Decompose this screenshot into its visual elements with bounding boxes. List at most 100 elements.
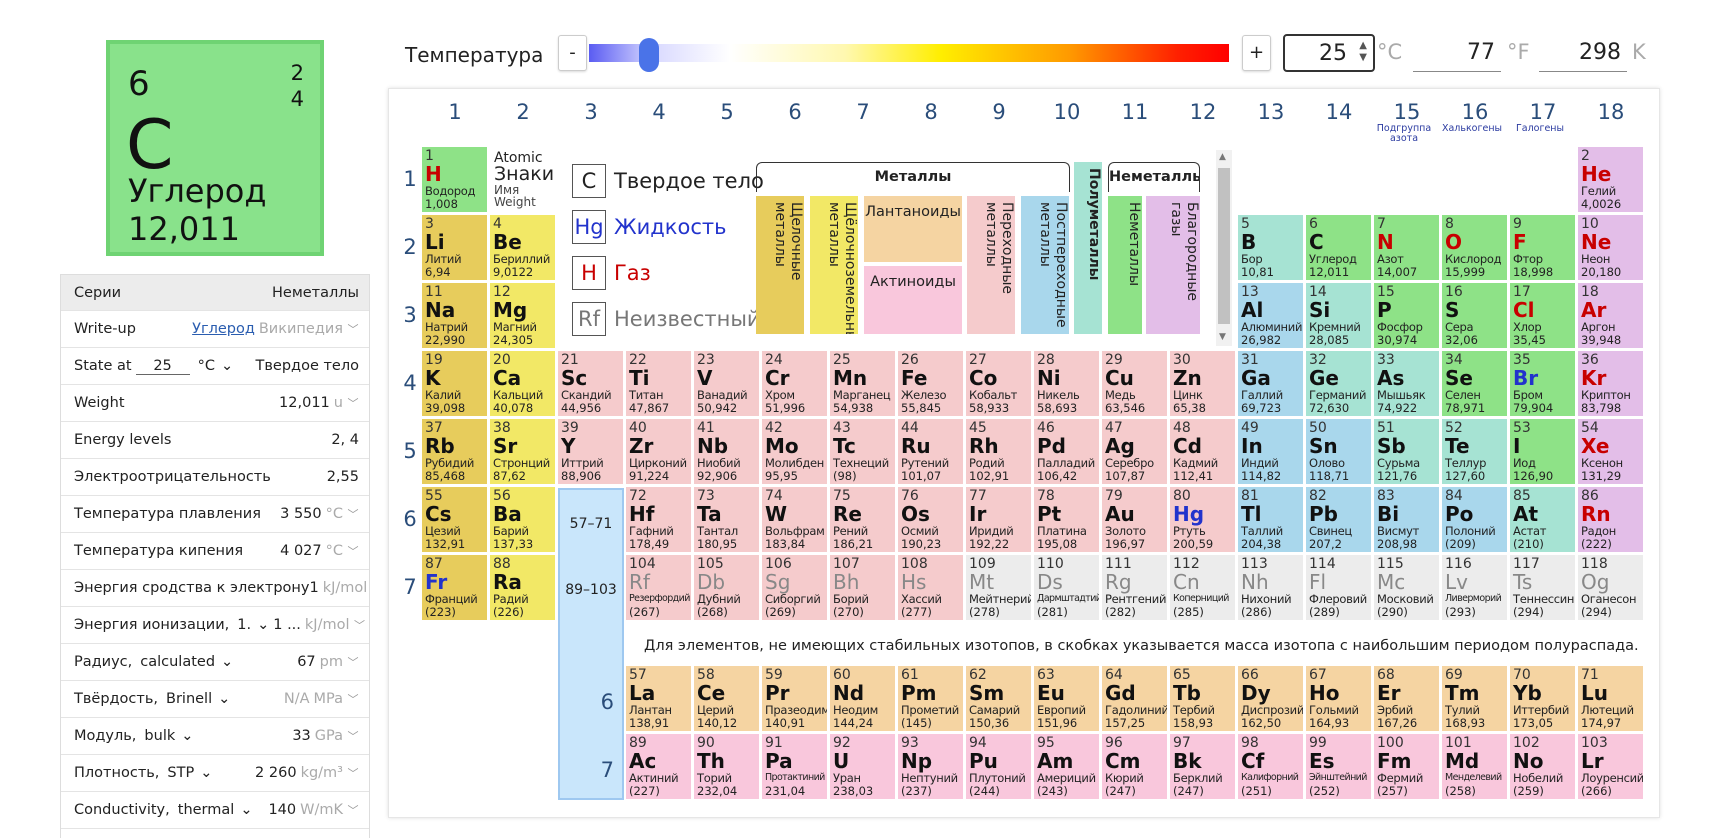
- element-tile-ts[interactable]: 117 Ts Теннессин (294): [1510, 555, 1575, 620]
- element-tile-tm[interactable]: 69 Tm Тулий 168,93: [1442, 666, 1507, 731]
- spinner-arrows-icon[interactable]: ▲ ▼: [1359, 40, 1367, 64]
- element-tile-cl[interactable]: 17 Cl Хлор 35,45: [1510, 283, 1575, 348]
- element-tile-sg[interactable]: 106 Sg Сиборгий (269): [762, 555, 827, 620]
- celsius-input[interactable]: 25 ▲ ▼: [1283, 34, 1375, 72]
- element-tile-ce[interactable]: 58 Ce Церий 140,12: [694, 666, 759, 731]
- element-tile-pb[interactable]: 82 Pb Свинец 207,2: [1306, 487, 1371, 552]
- chevron-down-icon[interactable]: ﹀: [347, 395, 359, 411]
- scrollbar-thumb[interactable]: [1218, 168, 1230, 324]
- element-tile-cu[interactable]: 29 Cu Медь 63,546: [1102, 351, 1167, 416]
- element-tile-tc[interactable]: 43 Tc Технеций (98): [830, 419, 895, 484]
- chevron-down-icon[interactable]: ﹀: [347, 691, 359, 707]
- element-tile-lu[interactable]: 71 Lu Лютеций 174,97: [1578, 666, 1643, 731]
- element-tile-nd[interactable]: 60 Nd Неодим 144,24: [830, 666, 895, 731]
- element-tile-pr[interactable]: 59 Pr Празеодим 140,91: [762, 666, 827, 731]
- element-tile-hs[interactable]: 108 Hs Хассий (277): [898, 555, 963, 620]
- element-tile-bh[interactable]: 107 Bh Борий (270): [830, 555, 895, 620]
- element-tile-ir[interactable]: 77 Ir Иридий 192,22: [966, 487, 1031, 552]
- element-tile-ag[interactable]: 47 Ag Серебро 107,87: [1102, 419, 1167, 484]
- element-tile-md[interactable]: 101 Md Менделевий (258): [1442, 734, 1507, 799]
- element-tile-co[interactable]: 27 Co Кобальт 58,933: [966, 351, 1031, 416]
- element-tile-fl[interactable]: 114 Fl Флеровий (289): [1306, 555, 1371, 620]
- element-tile-gd[interactable]: 64 Gd Гадолиний 157,25: [1102, 666, 1167, 731]
- hardness-select[interactable]: Brinell ⌄: [162, 690, 234, 708]
- element-tile-np[interactable]: 93 Np Нептуний (237): [898, 734, 963, 799]
- element-tile-os[interactable]: 76 Os Осмий 190,23: [898, 487, 963, 552]
- element-tile-ra[interactable]: 88 Ra Радий (226): [490, 555, 555, 620]
- chevron-down-icon[interactable]: ﹀: [347, 728, 359, 744]
- element-tile-pm[interactable]: 61 Pm Прометий (145): [898, 666, 963, 731]
- chevron-down-icon[interactable]: ﹀: [347, 506, 359, 522]
- element-tile-mn[interactable]: 25 Mn Марганец 54,938: [830, 351, 895, 416]
- element-tile-at[interactable]: 85 At Астат (210): [1510, 487, 1575, 552]
- element-tile-ga[interactable]: 31 Ga Галлий 69,723: [1238, 351, 1303, 416]
- element-tile-fr[interactable]: 87 Fr Франций (223): [422, 555, 487, 620]
- element-tile-au[interactable]: 79 Au Золото 196,97: [1102, 487, 1167, 552]
- element-tile-si[interactable]: 14 Si Кремний 28,085: [1306, 283, 1371, 348]
- element-tile-tl[interactable]: 81 Tl Таллий 204,38: [1238, 487, 1303, 552]
- element-tile-sb[interactable]: 51 Sb Сурьма 121,76: [1374, 419, 1439, 484]
- element-tile-k[interactable]: 19 K Калий 39,098: [422, 351, 487, 416]
- element-tile-na[interactable]: 11 Na Натрий 22,990: [422, 283, 487, 348]
- conductivity-select[interactable]: thermal ⌄: [174, 801, 257, 819]
- element-tile-f[interactable]: 9 F Фтор 18,998: [1510, 215, 1575, 280]
- writeup-link[interactable]: Углерод: [192, 321, 255, 337]
- element-tile-rf[interactable]: 104 Rf Резерфордий (267): [626, 555, 691, 620]
- ionization-select[interactable]: 1. ⌄: [233, 616, 273, 634]
- element-tile-sn[interactable]: 50 Sn Олово 118,71: [1306, 419, 1371, 484]
- modulus-select[interactable]: bulk ⌄: [140, 727, 197, 745]
- radius-select[interactable]: calculated ⌄: [136, 653, 237, 671]
- f-block-reference[interactable]: 57–71 89–103 6 7: [558, 488, 624, 800]
- element-tile-dy[interactable]: 66 Dy Диспрозий 162,50: [1238, 666, 1303, 731]
- element-tile-sm[interactable]: 62 Sm Самарий 150,36: [966, 666, 1031, 731]
- transition-metals-category[interactable]: Переходные металлы: [967, 196, 1015, 334]
- element-tile-eu[interactable]: 63 Eu Европий 151,96: [1034, 666, 1099, 731]
- element-tile-zr[interactable]: 40 Zr Цирконий 91,224: [626, 419, 691, 484]
- element-tile-pd[interactable]: 46 Pd Палладий 106,42: [1034, 419, 1099, 484]
- element-tile-cm[interactable]: 96 Cm Кюрий (247): [1102, 734, 1167, 799]
- chevron-down-icon[interactable]: ﹀: [354, 617, 366, 633]
- element-tile-lv[interactable]: 116 Lv Ливерморий (293): [1442, 555, 1507, 620]
- element-tile-ca[interactable]: 20 Ca Кальций 40,078: [490, 351, 555, 416]
- element-tile-th[interactable]: 90 Th Торий 232,04: [694, 734, 759, 799]
- element-tile-ds[interactable]: 110 Ds Дармштадтий (281): [1034, 555, 1099, 620]
- element-tile-no[interactable]: 102 No Нобелий (259): [1510, 734, 1575, 799]
- element-tile-fm[interactable]: 100 Fm Фермий (257): [1374, 734, 1439, 799]
- chevron-down-icon[interactable]: ﹀: [347, 802, 359, 818]
- nonmetal-category[interactable]: Неметаллы: [1108, 196, 1142, 334]
- element-tile-rg[interactable]: 111 Rg Рентгений (282): [1102, 555, 1167, 620]
- noble-gases-category[interactable]: Благородные газы: [1146, 196, 1200, 334]
- kelvin-input[interactable]: 298: [1539, 34, 1627, 72]
- element-tile-s[interactable]: 16 S Сера 32,06: [1442, 283, 1507, 348]
- legend-scrollbar[interactable]: ▲ ▼: [1216, 150, 1232, 346]
- element-tile-n[interactable]: 7 N Азот 14,007: [1374, 215, 1439, 280]
- element-tile-cn[interactable]: 112 Cn Коперниций (285): [1170, 555, 1235, 620]
- element-tile-he[interactable]: 2 He Гелий 4,0026: [1578, 147, 1643, 212]
- element-tile-fe[interactable]: 26 Fe Железо 55,845: [898, 351, 963, 416]
- alkali-metals-category[interactable]: Щелочные металлы: [756, 196, 804, 334]
- element-tile-cd[interactable]: 48 Cd Кадмий 112,41: [1170, 419, 1235, 484]
- element-tile-rh[interactable]: 45 Rh Родий 102,91: [966, 419, 1031, 484]
- element-tile-rn[interactable]: 86 Rn Радон (222): [1578, 487, 1643, 552]
- element-tile-pt[interactable]: 78 Pt Платина 195,08: [1034, 487, 1099, 552]
- element-tile-p[interactable]: 15 P Фосфор 30,974: [1374, 283, 1439, 348]
- element-tile-ar[interactable]: 18 Ar Аргон 39,948: [1578, 283, 1643, 348]
- element-tile-ge[interactable]: 32 Ge Германий 72,630: [1306, 351, 1371, 416]
- wikipedia-link[interactable]: Википедия: [259, 321, 343, 337]
- state-unit-select[interactable]: °C ⌄: [194, 357, 238, 375]
- element-tile-c[interactable]: 6 C Углерод 12,011: [1306, 215, 1371, 280]
- element-tile-b[interactable]: 5 B Бор 10,81: [1238, 215, 1303, 280]
- element-tile-se[interactable]: 34 Se Селен 78,971: [1442, 351, 1507, 416]
- chevron-down-icon[interactable]: ﹀: [347, 321, 359, 337]
- element-tile-sr[interactable]: 38 Sr Стронций 87,62: [490, 419, 555, 484]
- element-tile-te[interactable]: 52 Te Теллур 127,60: [1442, 419, 1507, 484]
- element-tile-mo[interactable]: 42 Mo Молибден 95,95: [762, 419, 827, 484]
- element-tile-yb[interactable]: 70 Yb Иттербий 173,05: [1510, 666, 1575, 731]
- element-tile-mc[interactable]: 115 Mc Московий (290): [1374, 555, 1439, 620]
- element-tile-cf[interactable]: 98 Cf Калифорний (251): [1238, 734, 1303, 799]
- actinoids-category[interactable]: Актиноиды: [864, 266, 962, 334]
- element-tile-am[interactable]: 95 Am Америций (243): [1034, 734, 1099, 799]
- element-tile-bi[interactable]: 83 Bi Висмут 208,98: [1374, 487, 1439, 552]
- element-tile-sc[interactable]: 21 Sc Скандий 44,956: [558, 351, 623, 416]
- nonmetals-category-header[interactable]: Неметаллы: [1108, 162, 1200, 192]
